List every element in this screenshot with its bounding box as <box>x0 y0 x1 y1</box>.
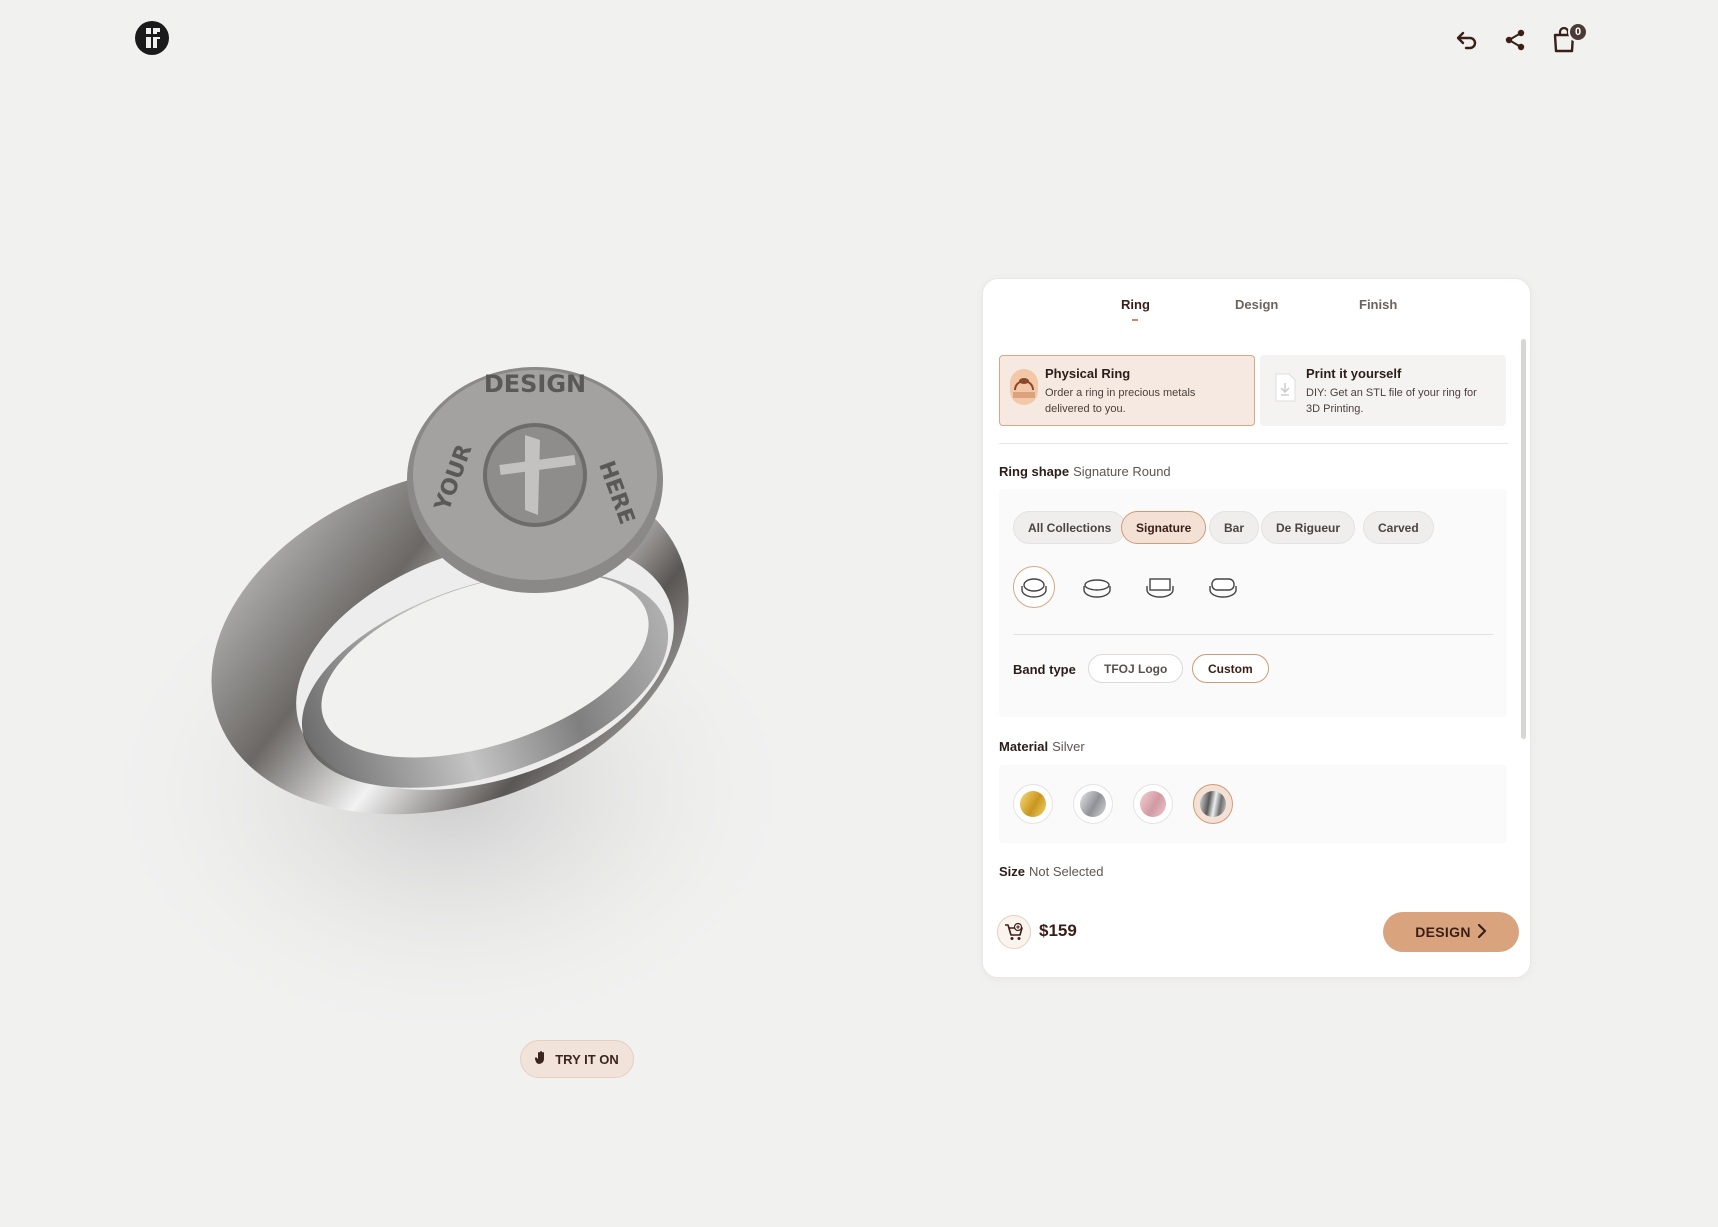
square-shape-icon[interactable] <box>1139 566 1181 608</box>
stl-file-icon <box>1270 368 1300 406</box>
tab-design[interactable]: Design <box>1235 297 1278 312</box>
print-yourself-option[interactable]: Print it yourself DIY: Get an STL file o… <box>1260 355 1506 426</box>
config-tabs: Ring Design Finish <box>983 279 1530 339</box>
material-heading: Material Silver <box>999 739 1085 754</box>
svg-text:DESIGN: DESIGN <box>484 370 586 398</box>
collection-chip-de-rigueur[interactable]: De Rigueur <box>1261 511 1356 544</box>
collection-chip-carved[interactable]: Carved <box>1363 511 1434 544</box>
round-shape-icon[interactable] <box>1013 566 1055 608</box>
ring-3d-viewer[interactable]: DESIGN YOUR HERE <box>70 320 830 1100</box>
material-label: Material <box>999 739 1049 754</box>
physical-ring-title: Physical Ring <box>1045 366 1131 381</box>
design-button-label: DESIGN <box>1415 924 1471 940</box>
size-label: Size <box>999 864 1026 879</box>
swatch-silver[interactable] <box>1193 784 1233 824</box>
print-yourself-title: Print it yourself <box>1306 366 1402 381</box>
material-value: Silver <box>1052 739 1085 754</box>
collection-chip-bar[interactable]: Bar <box>1209 511 1260 544</box>
swatch-gold[interactable] <box>1013 784 1053 824</box>
panel-footer: $159 DESIGN <box>983 897 1530 977</box>
oval-shape-icon[interactable] <box>1076 566 1118 608</box>
physical-ring-icon <box>1009 368 1039 406</box>
try-it-on-button[interactable]: TRY IT ON <box>520 1040 634 1078</box>
undo-icon[interactable] <box>1453 26 1481 54</box>
tab-ring[interactable]: Ring <box>1121 297 1150 321</box>
cart-icon[interactable]: 0 <box>1550 22 1588 54</box>
collection-chip-all[interactable]: All Collections <box>1013 511 1127 544</box>
hand-icon <box>535 1050 547 1068</box>
swatch-rose-gold[interactable] <box>1133 784 1173 824</box>
swatch-white-gold[interactable] <box>1073 784 1113 824</box>
cushion-shape-icon[interactable] <box>1202 566 1244 608</box>
shape-divider <box>1013 634 1493 635</box>
try-it-on-label: TRY IT ON <box>555 1051 619 1067</box>
share-icon[interactable] <box>1501 26 1529 54</box>
add-to-cart-icon[interactable] <box>997 915 1031 949</box>
ring-shape-heading: Ring shape Signature Round <box>999 464 1171 479</box>
print-yourself-desc: DIY: Get an STL file of your ring for 3D… <box>1306 387 1477 415</box>
physical-ring-desc: Order a ring in precious metals delivere… <box>1045 387 1196 415</box>
cart-count-badge: 0 <box>1568 22 1588 42</box>
chevron-right-icon <box>1477 923 1487 941</box>
config-scroll-area[interactable]: Physical Ring Order a ring in precious m… <box>983 339 1530 899</box>
collection-chip-signature[interactable]: Signature <box>1121 511 1207 544</box>
panel-scrollbar[interactable] <box>1521 339 1526 739</box>
tab-finish[interactable]: Finish <box>1359 297 1397 312</box>
ring-shape-selector: All Collections Signature Bar De Rigueur… <box>999 489 1507 717</box>
section-divider <box>999 443 1508 444</box>
band-type-label: Band type <box>1013 662 1076 677</box>
ring-shape-label: Ring shape <box>999 464 1070 479</box>
band-chip-tfoj-logo[interactable]: TFOJ Logo <box>1088 654 1184 683</box>
price-value: $159 <box>1039 921 1077 940</box>
ring-config-panel: Ring Design Finish Physical Ring Order a… <box>982 278 1531 978</box>
band-chip-custom[interactable]: Custom <box>1192 654 1269 683</box>
size-value: Not Selected <box>1029 864 1104 879</box>
size-heading: Size Not Selected <box>999 864 1103 879</box>
design-next-button[interactable]: DESIGN <box>1383 912 1519 952</box>
physical-ring-option[interactable]: Physical Ring Order a ring in precious m… <box>999 355 1255 426</box>
material-selector <box>999 765 1507 843</box>
ring-shape-value: Signature Round <box>1073 464 1171 479</box>
